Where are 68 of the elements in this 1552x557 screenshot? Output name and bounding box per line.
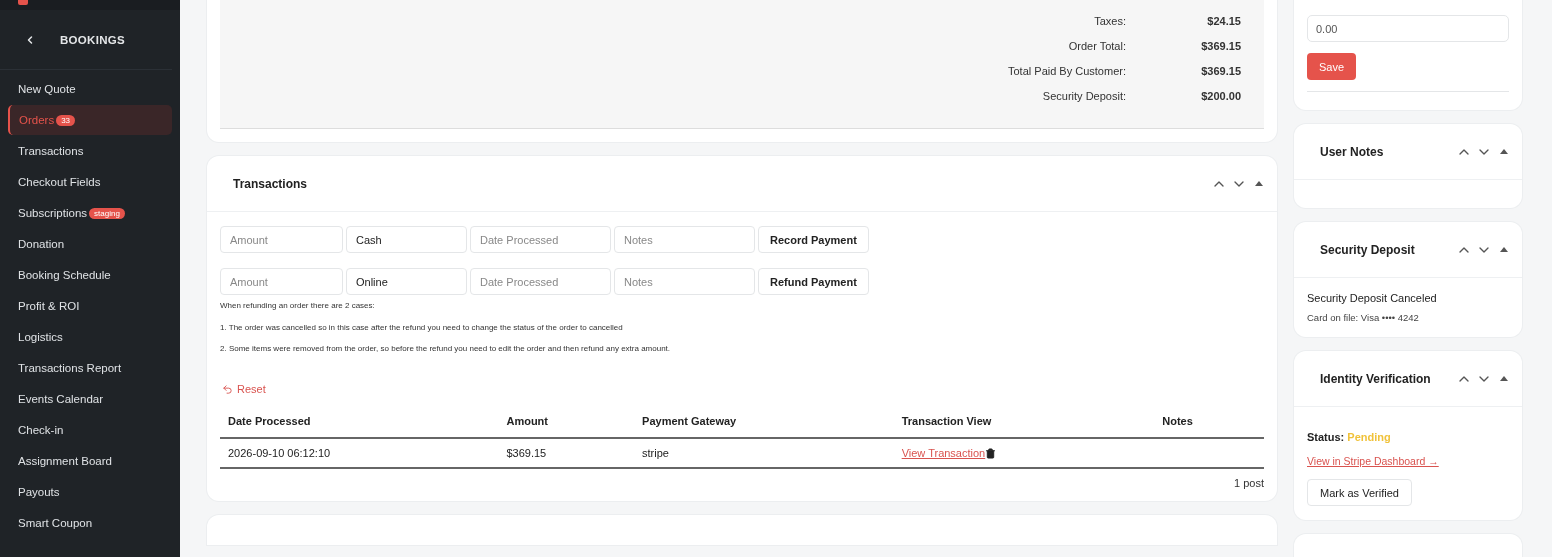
triangle-up-icon[interactable] bbox=[1500, 247, 1508, 252]
table-cell: 2026-09-10 06:12:10 bbox=[220, 438, 499, 468]
summary-label: Order Total: bbox=[1067, 40, 1126, 52]
count-badge: 33 bbox=[56, 114, 76, 126]
sidebar-item[interactable]: Donation bbox=[8, 229, 172, 259]
amount-field[interactable]: Amount bbox=[220, 268, 343, 295]
sidebar-item[interactable]: Events Calendar bbox=[8, 384, 172, 414]
trash-icon[interactable] bbox=[985, 447, 997, 459]
column-header: Notes bbox=[1154, 415, 1264, 438]
stripe-dashboard-link[interactable]: View in Stripe Dashboard → bbox=[1307, 455, 1439, 467]
payment-button[interactable]: Refund Payment bbox=[758, 268, 869, 295]
section-title: BOOKINGS bbox=[60, 33, 125, 46]
deposit-status: Security Deposit Canceled bbox=[1307, 292, 1438, 304]
card-title: Identity Verification bbox=[1319, 371, 1431, 386]
help-text: 1. The order was cancelled so in this case after the refund you need to change the status of the order to cancelled bbox=[220, 323, 624, 332]
price-field[interactable]: 0.00 bbox=[1307, 15, 1509, 42]
triangle-up-icon[interactable] bbox=[1500, 149, 1508, 154]
help-text: 2. Some items were removed from the order, so before the refund you need to edit the order and then refund any extra amount. bbox=[220, 344, 672, 353]
post-count: 1 post bbox=[1233, 477, 1264, 489]
sidebar-item[interactable]: Orders 33 bbox=[8, 105, 172, 135]
sidebar-item[interactable]: Booking Schedule bbox=[8, 260, 172, 290]
save-button[interactable]: Save bbox=[1307, 53, 1357, 80]
table-cell: stripe bbox=[634, 438, 894, 468]
card-title: Transactions bbox=[232, 176, 308, 191]
mark-verified-button[interactable]: Mark as Verified bbox=[1307, 479, 1412, 506]
summary-label: Taxes: bbox=[1093, 15, 1126, 27]
sidebar-item[interactable]: Profit & ROI bbox=[8, 291, 172, 321]
card-title: User Notes bbox=[1319, 144, 1384, 159]
column-header: Payment Gateway bbox=[634, 415, 894, 438]
sidebar-item[interactable]: Payouts bbox=[8, 477, 172, 507]
summary-label: Total Paid By Customer: bbox=[1007, 65, 1126, 77]
triangle-up-icon[interactable] bbox=[1255, 181, 1263, 186]
amount-field[interactable]: Amount bbox=[220, 226, 343, 253]
sidebar-item[interactable]: Assignment Board bbox=[8, 446, 172, 476]
summary-value: $369.15 bbox=[1200, 65, 1241, 77]
view-transaction-link[interactable]: View Transaction bbox=[901, 447, 986, 459]
summary-label: Security Deposit: bbox=[1041, 90, 1126, 102]
sidebar-item[interactable]: Subscriptions staging bbox=[8, 198, 172, 228]
undo-icon bbox=[222, 383, 233, 395]
method-field[interactable]: Cash bbox=[346, 226, 467, 253]
logo-icon bbox=[18, 0, 28, 5]
column-header: Amount bbox=[498, 415, 635, 438]
reset-link[interactable]: Reset bbox=[222, 383, 266, 395]
column-header: Date Processed bbox=[220, 415, 499, 438]
summary-value: $369.15 bbox=[1200, 40, 1241, 52]
summary-value: $200.00 bbox=[1200, 90, 1241, 102]
sidebar-item[interactable]: Smart Coupon bbox=[8, 508, 172, 538]
summary-value: $24.15 bbox=[1206, 15, 1241, 27]
payment-button[interactable]: Record Payment bbox=[758, 226, 869, 253]
notes-field[interactable]: Notes bbox=[614, 226, 755, 253]
sidebar-item[interactable]: Logistics bbox=[8, 322, 172, 352]
card-on-file: Card on file: Visa •••• 4242 bbox=[1307, 312, 1420, 323]
column-header: Transaction View bbox=[893, 415, 1155, 438]
method-field[interactable]: Online bbox=[346, 268, 467, 295]
notes-field[interactable]: Notes bbox=[614, 268, 755, 295]
sidebar-item[interactable]: Transactions bbox=[8, 136, 172, 166]
table-cell: $369.15 bbox=[498, 438, 635, 468]
card-title: Security Deposit bbox=[1319, 242, 1415, 257]
sidebar-item[interactable]: Check-in bbox=[8, 415, 172, 445]
triangle-up-icon[interactable] bbox=[1500, 376, 1508, 381]
date-field[interactable]: Date Processed bbox=[470, 268, 611, 295]
count-badge: staging bbox=[89, 207, 125, 219]
sidebar-item[interactable]: Checkout Fields bbox=[8, 167, 172, 197]
help-text: When refunding an order there are 2 cases: bbox=[220, 301, 376, 310]
sidebar-item[interactable]: New Quote bbox=[8, 74, 172, 104]
date-field[interactable]: Date Processed bbox=[470, 226, 611, 253]
sidebar-item[interactable]: Transactions Report bbox=[8, 353, 172, 383]
status-text: Status: Pending bbox=[1307, 431, 1392, 443]
